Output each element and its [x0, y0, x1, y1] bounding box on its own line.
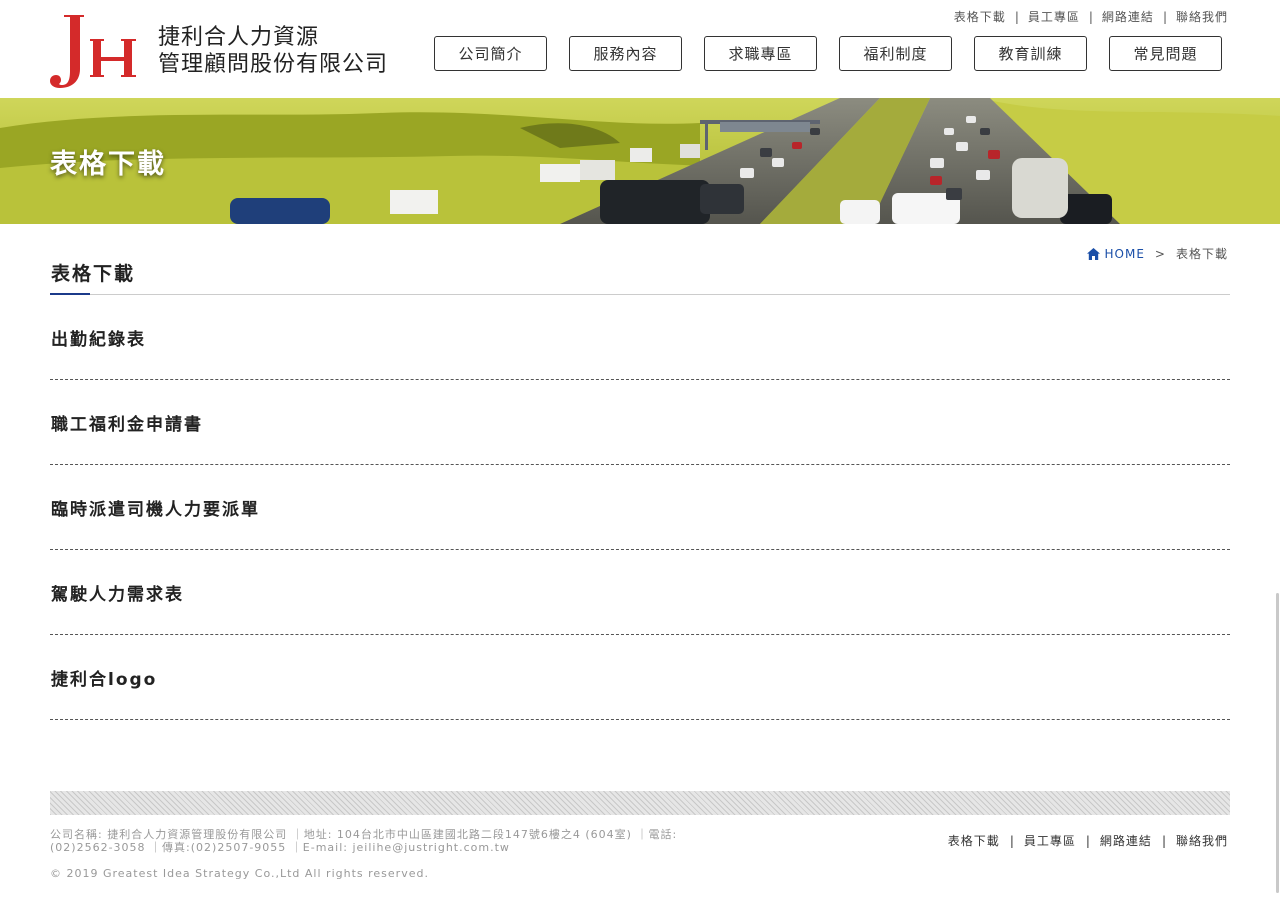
banner-title: 表格下載 [50, 149, 166, 180]
footer-company-info: 公司名稱: 捷利合人力資源管理股份有限公司 ｜地址: 104台北市中山區建國北路… [50, 828, 678, 854]
company-name-line1: 捷利合人力資源 [158, 25, 320, 50]
download-item-driver-dispatch[interactable]: 臨時派遣司機人力要派單 [50, 465, 1230, 550]
breadcrumb: HOME > 表格下載 [1086, 245, 1228, 262]
logo-mark-icon [50, 13, 140, 89]
page-banner: 表格下載 [0, 98, 1280, 224]
download-item-driver-demand[interactable]: 駕駛人力需求表 [50, 550, 1230, 635]
page-title: 表格下載 [51, 263, 136, 285]
download-item-label: 出勤紀錄表 [51, 330, 146, 350]
site-header: 捷利合人力資源 管理顧問股份有限公司 表格下載 | 員工專區 | 網路連結 | … [0, 0, 1280, 98]
download-item-label: 臨時派遣司機人力要派單 [51, 500, 260, 520]
breadcrumb-arrow: > [1154, 246, 1166, 261]
nav-about[interactable]: 公司簡介 [434, 36, 547, 71]
top-link-links[interactable]: 網路連結 [1102, 8, 1154, 25]
site-logo[interactable]: 捷利合人力資源 管理顧問股份有限公司 [50, 12, 410, 90]
nav-jobs[interactable]: 求職專區 [704, 36, 817, 71]
download-item-label: 職工福利金申請書 [51, 415, 203, 435]
separator: | [1162, 9, 1167, 24]
scrollbar-thumb[interactable] [1276, 593, 1279, 893]
banner-highway-image [0, 98, 1280, 224]
footer-link-staff[interactable]: 員工專區 [1024, 832, 1076, 849]
company-name-line2: 管理顧問股份有限公司 [158, 52, 389, 77]
page-scrollbar[interactable] [1274, 0, 1280, 904]
download-item-logo[interactable]: 捷利合logo [50, 635, 1230, 720]
separator: | [1009, 833, 1014, 848]
download-item-label: 捷利合logo [51, 670, 158, 690]
download-item-welfare-application[interactable]: 職工福利金申請書 [50, 380, 1230, 465]
nav-services[interactable]: 服務內容 [569, 36, 682, 71]
footer-link-links[interactable]: 網路連結 [1100, 832, 1152, 849]
footer-pattern-divider [50, 791, 1230, 815]
home-icon [1086, 247, 1100, 260]
download-item-attendance[interactable]: 出勤紀錄表 [50, 295, 1230, 380]
nav-training[interactable]: 教育訓練 [974, 36, 1087, 71]
top-link-forms[interactable]: 表格下載 [954, 8, 1006, 25]
footer-link-contact[interactable]: 聯絡我們 [1176, 832, 1228, 849]
logo-text: 捷利合人力資源 管理顧問股份有限公司 [158, 24, 388, 78]
download-list: 出勤紀錄表 職工福利金申請書 臨時派遣司機人力要派單 駕駛人力需求表 捷利合lo… [50, 295, 1230, 720]
top-utility-links: 表格下載 | 員工專區 | 網路連結 | 聯絡我們 [954, 8, 1228, 25]
top-link-staff[interactable]: 員工專區 [1028, 8, 1080, 25]
separator: | [1161, 833, 1166, 848]
nav-faq[interactable]: 常見問題 [1109, 36, 1222, 71]
download-item-label: 駕駛人力需求表 [51, 585, 184, 605]
breadcrumb-current: 表格下載 [1175, 247, 1228, 261]
separator: | [1014, 9, 1019, 24]
nav-benefits[interactable]: 福利制度 [839, 36, 952, 71]
main-nav: 公司簡介 服務內容 求職專區 福利制度 教育訓練 常見問題 [434, 36, 1222, 71]
footer-copyright: © 2019 Greatest Idea Strategy Co.,Ltd Al… [50, 867, 429, 880]
breadcrumb-home[interactable]: HOME [1086, 246, 1145, 261]
top-link-contact[interactable]: 聯絡我們 [1176, 8, 1228, 25]
separator: | [1088, 9, 1093, 24]
footer-links: 表格下載 | 員工專區 | 網路連結 | 聯絡我們 [948, 832, 1228, 849]
footer-link-forms[interactable]: 表格下載 [948, 832, 1000, 849]
separator: | [1085, 833, 1090, 848]
breadcrumb-home-label: HOME [1104, 246, 1145, 261]
